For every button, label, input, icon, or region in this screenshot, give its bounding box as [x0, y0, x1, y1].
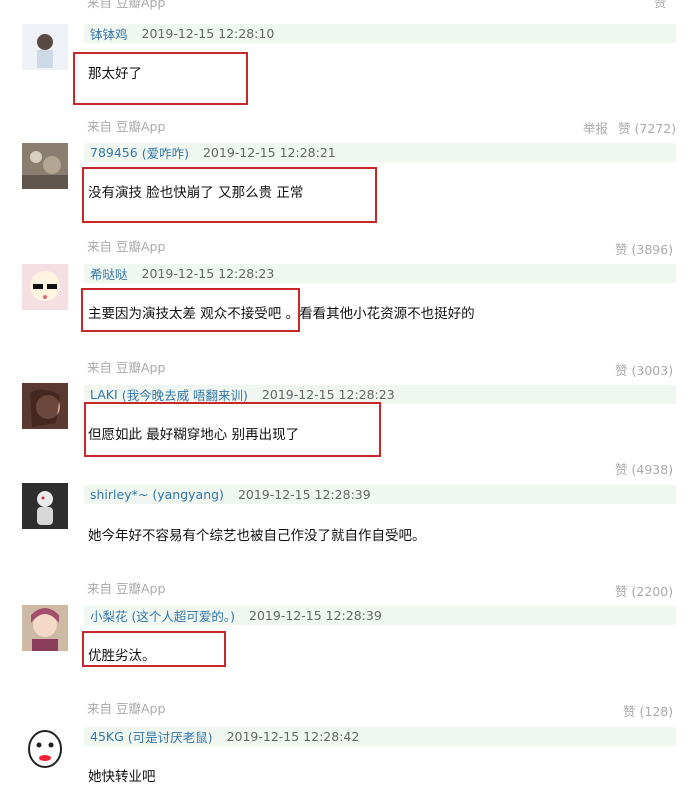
comment-time: 2019-12-15 12:28:21	[202, 145, 336, 160]
author-signature: (yangyang)	[152, 487, 224, 502]
avatar[interactable]	[22, 483, 68, 529]
author-signature: (爱咋咋)	[141, 146, 189, 161]
source-label: 来自 豆瓣App	[87, 119, 166, 134]
comment-content: 她快转业吧	[88, 769, 156, 785]
source-label: 来自 豆瓣App	[87, 701, 166, 716]
report-link[interactable]: 举报	[583, 121, 608, 136]
comment-author-bar: 45KG (可是讨厌老鼠) 2019-12-15 12:28:42	[84, 727, 676, 746]
like-button[interactable]: 赞 (3003)	[615, 360, 673, 379]
comment-actions: 举报赞 (7272)	[583, 118, 676, 137]
like-button[interactable]: 赞 (7272)	[618, 121, 676, 136]
highlight-box	[81, 288, 300, 332]
comment-time: 2019-12-15 12:28:39	[249, 608, 382, 623]
like-count: (3003)	[631, 363, 674, 378]
source-label: 来自 豆瓣App	[87, 0, 166, 10]
avatar[interactable]	[22, 24, 68, 70]
like-button[interactable]: 赞 (4938)	[615, 459, 673, 478]
author-name[interactable]: 789456	[84, 145, 138, 160]
like-button[interactable]: 赞	[654, 0, 667, 11]
comment-time: 2019-12-15 12:28:42	[226, 729, 360, 744]
avatar[interactable]	[22, 605, 68, 651]
avatar[interactable]	[22, 725, 68, 771]
author-name[interactable]: LAKI	[84, 387, 118, 402]
highlight-box	[73, 52, 248, 105]
like-count: (2200)	[631, 584, 674, 599]
comment-time: 2019-12-15 12:28:23	[261, 387, 395, 402]
comment-time: 2019-12-15 12:28:39	[237, 487, 371, 502]
highlight-box	[84, 402, 381, 457]
author-name[interactable]: 希哒哒	[84, 264, 128, 283]
comment-author-bar: 小梨花 (这个人超可爱的。) 2019-12-15 12:28:39	[84, 606, 676, 625]
comment-author-bar: shirley*~ (yangyang) 2019-12-15 12:28:39	[84, 485, 676, 504]
author-name[interactable]: 钵钵鸡	[84, 24, 128, 43]
avatar[interactable]	[22, 383, 68, 429]
author-signature: (这个人超可爱的。)	[131, 609, 236, 624]
comment-author-bar: 希哒哒 2019-12-15 12:28:23	[84, 264, 676, 283]
highlight-box	[82, 167, 377, 223]
comment-content: 她今年好不容易有个综艺也被自己作没了就自作自受吧。	[88, 528, 426, 544]
author-name[interactable]: 45KG	[84, 729, 124, 744]
avatar[interactable]	[22, 264, 68, 310]
like-button[interactable]: 赞 (2200)	[615, 581, 673, 600]
author-signature: (可是讨厌老鼠)	[127, 730, 213, 745]
like-count: (4938)	[631, 462, 674, 477]
source-label: 来自 豆瓣App	[87, 581, 166, 596]
source-label: 来自 豆瓣App	[87, 239, 166, 254]
comment-time: 2019-12-15 12:28:23	[141, 266, 275, 281]
comment-author-bar: 789456 (爱咋咋) 2019-12-15 12:28:21	[84, 143, 676, 162]
like-button[interactable]: 赞 (3896)	[615, 239, 673, 258]
like-count: (3896)	[631, 242, 674, 257]
source-label: 来自 豆瓣App	[87, 360, 166, 375]
author-name[interactable]: 小梨花	[84, 606, 128, 625]
like-count: (7272)	[634, 121, 677, 136]
like-count: (128)	[639, 704, 674, 719]
highlight-box	[82, 631, 226, 667]
avatar[interactable]	[22, 143, 68, 189]
like-button[interactable]: 赞 (128)	[623, 701, 673, 720]
comment-time: 2019-12-15 12:28:10	[141, 26, 275, 41]
author-name[interactable]: shirley*~	[84, 487, 148, 502]
comment-author-bar: 钵钵鸡 2019-12-15 12:28:10	[84, 24, 676, 43]
